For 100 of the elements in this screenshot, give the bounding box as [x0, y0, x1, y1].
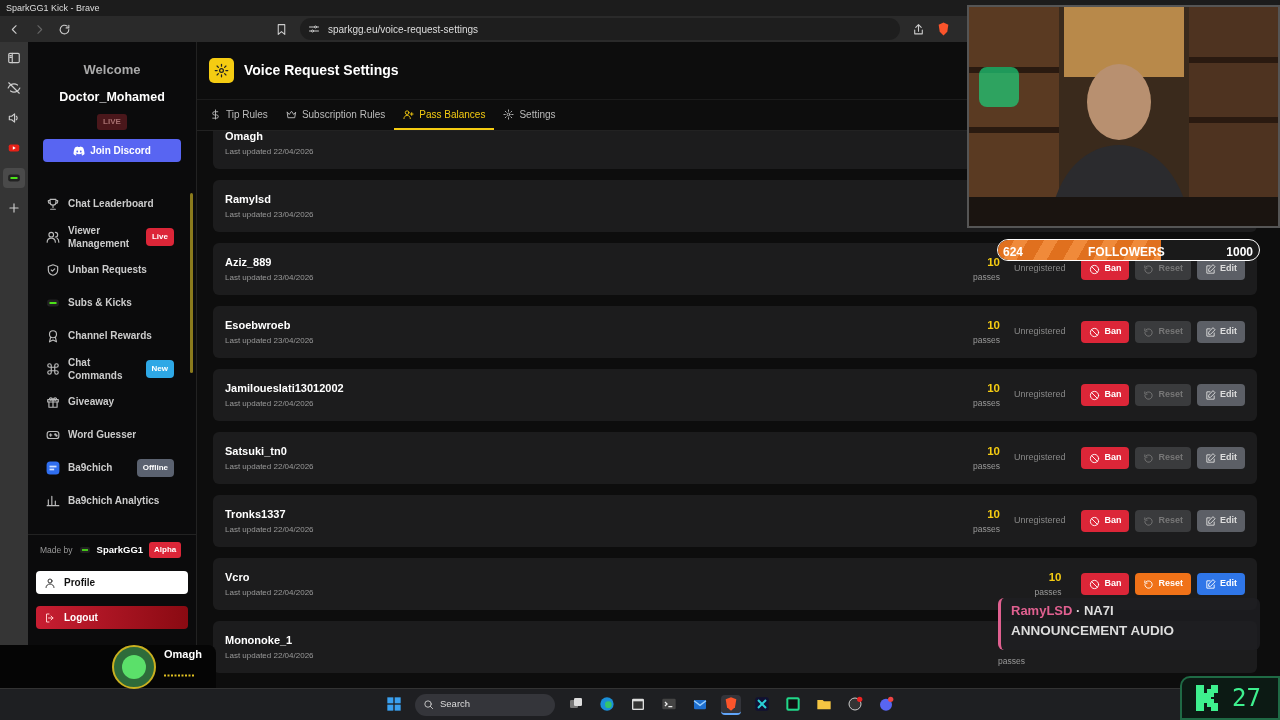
edit-button[interactable]: Edit — [1197, 573, 1245, 595]
pass-count: 10 — [1047, 570, 1062, 585]
pass-unit: passes — [973, 460, 1000, 473]
status-text: Unregistered — [1013, 262, 1066, 276]
ban-button[interactable]: Ban — [1081, 384, 1130, 406]
logout-icon — [44, 611, 56, 624]
pass-count: 10 — [986, 255, 1000, 270]
nav-item[interactable]: Chat Commands New — [28, 352, 196, 386]
viewer-name: Omagh — [164, 647, 202, 663]
last-updated: Last updated 22/04/2026 — [225, 650, 315, 663]
pass-count: 10 — [986, 381, 1000, 396]
reload-icon[interactable] — [58, 22, 71, 36]
gift-icon — [46, 394, 60, 409]
edit-button[interactable]: Edit — [1197, 447, 1245, 469]
reset-button[interactable]: Reset — [1135, 321, 1191, 343]
progress-dots-icon — [164, 674, 194, 677]
nav-item[interactable]: Ba9chich Offline — [28, 451, 196, 485]
tab[interactable]: Tip Rules — [201, 100, 277, 130]
ban-icon — [1089, 263, 1101, 275]
last-updated: Last updated 23/04/2026 — [225, 335, 315, 348]
logout-button[interactable]: Logout — [36, 606, 188, 630]
nav-item[interactable]: Viewer Management Live — [28, 220, 196, 254]
edit-icon — [1205, 389, 1216, 401]
tab[interactable]: Settings — [494, 100, 565, 130]
edit-button[interactable]: Edit — [1197, 510, 1245, 532]
panel-icon — [7, 51, 21, 65]
taskbar-app-icon[interactable] — [721, 694, 741, 715]
share-icon[interactable] — [912, 22, 925, 36]
last-updated: Last updated 23/04/2026 — [225, 272, 315, 285]
nav-item[interactable]: Subs & Kicks — [28, 286, 196, 320]
goal-target: 1000 — [1226, 244, 1253, 260]
chart-icon — [46, 493, 60, 508]
page-title: Voice Request Settings — [244, 61, 399, 80]
ban-button[interactable]: Ban — [1081, 321, 1130, 343]
url-text: sparkgg.eu/voice-request-settings — [328, 22, 479, 37]
edit-icon — [1205, 263, 1216, 275]
username: Doctor_Mohamed — [58, 88, 166, 106]
credit-label: Made by — [40, 543, 73, 557]
command-icon — [46, 361, 60, 376]
profile-button[interactable]: Profile — [36, 571, 188, 595]
user-name: Tronks1337 — [225, 506, 287, 522]
user-name: Satsuki_tn0 — [225, 443, 288, 459]
live-badge: LIVE — [97, 114, 127, 131]
reset-button[interactable]: Reset — [1135, 447, 1191, 469]
bookmark-icon[interactable] — [275, 22, 288, 36]
tab[interactable]: Subscription Rules — [276, 100, 395, 130]
status-badge: Offline — [136, 458, 174, 477]
nav-item[interactable]: Unban Requests — [28, 253, 196, 287]
app-icon — [46, 460, 60, 475]
reset-button[interactable]: Reset — [1135, 384, 1191, 406]
pass-unit: passes — [998, 654, 1025, 668]
search-field[interactable]: Search — [415, 693, 555, 716]
ban-button[interactable]: Ban — [1081, 447, 1130, 469]
reset-icon — [1143, 515, 1155, 527]
eye-off-icon — [7, 81, 21, 95]
sidebar-tab[interactable] — [3, 168, 25, 188]
settings-icon[interactable] — [308, 23, 320, 35]
reset-icon — [1143, 389, 1155, 401]
status-text: Unregistered — [1013, 514, 1066, 528]
address-bar[interactable]: sparkgg.eu/voice-request-settings — [300, 18, 900, 40]
status-badge: New — [145, 359, 174, 378]
last-updated: Last updated 22/04/2026 — [225, 524, 315, 537]
search-icon — [423, 699, 434, 710]
user-icon — [44, 576, 56, 589]
avatar-icon — [112, 644, 156, 689]
reset-button[interactable]: Reset — [1135, 573, 1191, 595]
last-updated: Last updated 22/04/2026 — [225, 398, 315, 411]
reset-button[interactable]: Reset — [1135, 510, 1191, 532]
ban-button[interactable]: Ban — [1081, 510, 1130, 532]
discord-button[interactable]: Join Discord — [43, 139, 181, 163]
user-name: Jamiloueslati13012002 — [225, 380, 345, 396]
edit-icon — [1205, 578, 1216, 590]
nav-item[interactable]: Ba9chich Analytics — [28, 484, 196, 518]
pass-unit: passes — [973, 397, 1000, 410]
scrollbar[interactable] — [190, 193, 193, 374]
ban-button[interactable]: Ban — [1081, 573, 1130, 595]
nav-item[interactable]: Chat Leaderboard — [28, 187, 196, 221]
users-icon — [46, 229, 60, 244]
nav-item[interactable]: Channel Rewards — [28, 319, 196, 353]
nav-item[interactable]: Word Guesser — [28, 418, 196, 452]
nav-item[interactable]: Giveaway — [28, 385, 196, 419]
reset-icon — [1143, 326, 1155, 338]
user-name: Mononoke_1 — [225, 632, 294, 648]
edit-button[interactable]: Edit — [1197, 384, 1245, 406]
edit-button[interactable]: Edit — [1197, 321, 1245, 343]
status-text: Unregistered — [1013, 451, 1066, 465]
speaker-icon — [7, 111, 21, 125]
dollar-icon — [210, 108, 221, 120]
logo-icon — [1196, 685, 1218, 711]
last-updated: Last updated 22/04/2026 — [225, 461, 315, 474]
controller-icon — [73, 145, 86, 156]
last-updated: Last updated 22/04/2026 — [225, 587, 315, 600]
welcome-heading: Welcome — [82, 61, 142, 79]
status-badge: Live — [146, 227, 174, 246]
pass-unit: passes — [973, 523, 1000, 536]
shield-icon[interactable] — [937, 22, 950, 36]
pass-unit: passes — [973, 334, 1000, 347]
edit-icon — [1205, 515, 1216, 527]
pass-unit: passes — [1034, 586, 1062, 599]
alpha-badge: Alpha — [149, 542, 182, 559]
